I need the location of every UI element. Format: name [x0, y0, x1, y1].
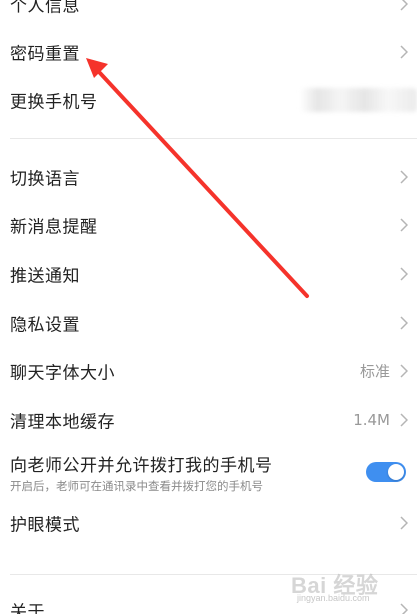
settings-item-language[interactable]: 切换语言 [0, 153, 417, 201]
settings-item-label: 推送通知 [10, 266, 80, 287]
chevron-right-icon [400, 516, 408, 530]
settings-item-label: 清理本地缓存 [10, 412, 115, 433]
chevron-right-icon [400, 364, 408, 378]
settings-item-label: 新消息提醒 [10, 217, 98, 238]
chevron-right-icon [400, 316, 408, 330]
settings-item-password-reset[interactable]: 密码重置 [0, 28, 417, 76]
chevron-right-icon [400, 170, 408, 184]
settings-item-privacy[interactable]: 隐私设置 [0, 299, 417, 347]
settings-item-label: 个人信息 [10, 0, 80, 17]
settings-item-clear-cache[interactable]: 清理本地缓存 1.4M [0, 396, 417, 444]
phone-visibility-description: 开启后，老师可在通讯录中查看并拨打您的手机号 [10, 479, 263, 493]
settings-item-label: 护眼模式 [10, 515, 80, 536]
settings-item-eye-protection[interactable]: 护眼模式 [0, 499, 417, 547]
settings-page: 个人信息 密码重置 更换手机号 切换语言 新消息提醒 推送通知 隐私设置 聊天字… [0, 0, 417, 614]
toggle-knob [388, 464, 404, 480]
watermark-subtext: jingyan.baidu.com [297, 593, 370, 603]
phone-visibility-toggle[interactable] [366, 462, 406, 482]
phone-visibility-title: 向老师公开并允许拨打我的手机号 [10, 456, 273, 476]
baidu-jingyan-watermark: Bai 经验 jingyan.baidu.com [291, 566, 403, 606]
chevron-right-icon [400, 45, 408, 59]
settings-item-label: 切换语言 [10, 169, 80, 190]
settings-item-label: 密码重置 [10, 44, 80, 65]
chevron-right-icon [400, 218, 408, 232]
settings-item-phone-visibility: 向老师公开并允许拨打我的手机号 开启后，老师可在通讯录中查看并拨打您的手机号 [0, 444, 417, 500]
settings-item-value: 1.4M [353, 411, 390, 429]
settings-item-new-message-alert[interactable]: 新消息提醒 [0, 201, 417, 249]
section-divider [10, 138, 417, 139]
settings-item-label: 聊天字体大小 [10, 363, 115, 384]
settings-item-personal-info[interactable]: 个人信息 [0, 0, 417, 28]
chevron-right-icon [400, 267, 408, 281]
settings-item-push-notifications[interactable]: 推送通知 [0, 250, 417, 298]
settings-item-label: 关于 [10, 602, 45, 614]
redacted-phone-number [300, 88, 417, 112]
settings-item-label: 更换手机号 [10, 92, 98, 113]
settings-item-value: 标准 [359, 362, 390, 381]
chevron-right-icon [400, 0, 408, 11]
settings-item-label: 隐私设置 [10, 315, 80, 336]
chevron-right-icon [400, 413, 408, 427]
settings-item-chat-font-size[interactable]: 聊天字体大小 标准 [0, 347, 417, 395]
